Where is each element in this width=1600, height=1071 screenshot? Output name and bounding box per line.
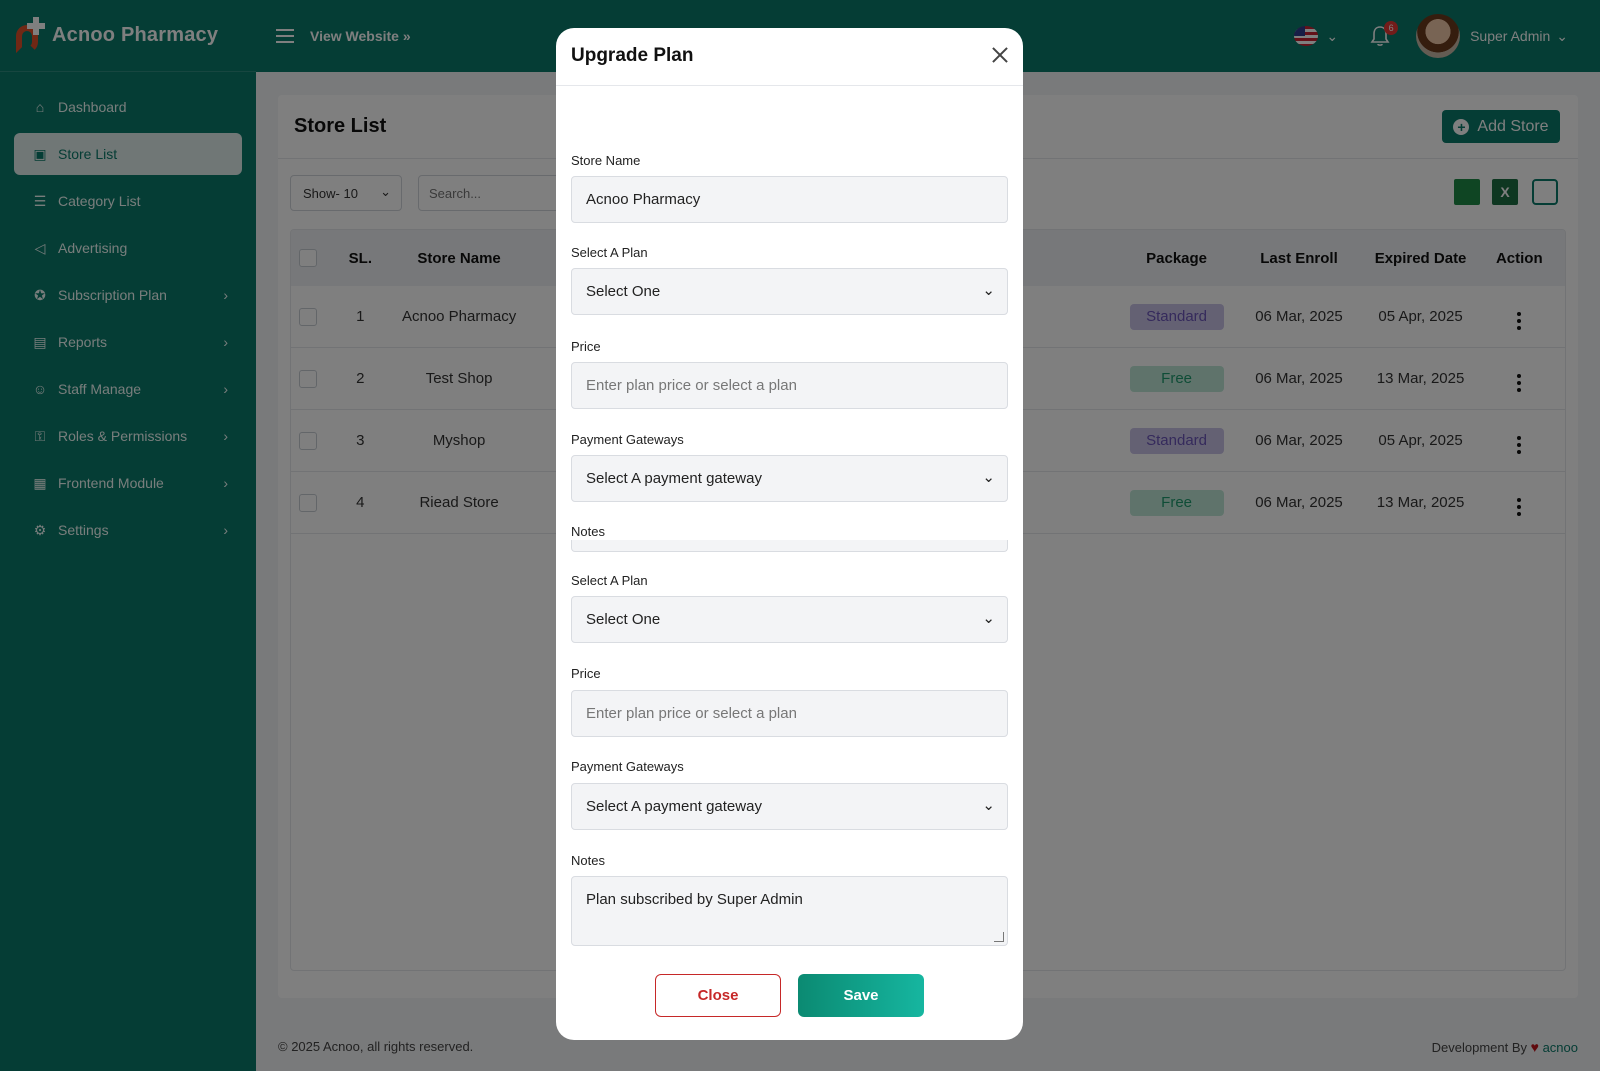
notes-textarea-partial[interactable] — [571, 540, 1008, 552]
store-name-input[interactable]: Acnoo Pharmacy — [571, 176, 1008, 223]
store-name-label: Store Name — [571, 153, 641, 168]
plan-select[interactable]: Select One ⌄ — [571, 268, 1008, 315]
upgrade-plan-modal: Upgrade Plan Store Name Acnoo Pharmacy S… — [556, 28, 1023, 1040]
chevron-down-icon: ⌄ — [982, 469, 995, 486]
chevron-down-icon: ⌄ — [982, 282, 995, 299]
payment-gateway-label: Payment Gateways — [571, 432, 684, 447]
close-button[interactable]: Close — [655, 974, 781, 1017]
price-label: Price — [571, 666, 601, 681]
price-input[interactable]: Enter plan price or select a plan — [571, 690, 1008, 737]
notes-label: Notes — [571, 524, 605, 539]
close-icon[interactable] — [991, 46, 1009, 64]
plan-label: Select A Plan — [571, 573, 648, 588]
plan-select[interactable]: Select One ⌄ — [571, 596, 1008, 643]
price-label: Price — [571, 339, 601, 354]
save-button[interactable]: Save — [798, 974, 924, 1017]
payment-gateway-select[interactable]: Select A payment gateway ⌄ — [571, 455, 1008, 502]
notes-label: Notes — [571, 853, 605, 868]
chevron-down-icon: ⌄ — [982, 797, 995, 814]
modal-title: Upgrade Plan — [571, 45, 694, 66]
plan-label: Select A Plan — [571, 245, 648, 260]
resize-handle-icon[interactable] — [994, 932, 1004, 942]
payment-gateway-label: Payment Gateways — [571, 759, 684, 774]
notes-textarea[interactable]: Plan subscribed by Super Admin — [571, 876, 1008, 946]
modal-form: Store Name Acnoo Pharmacy Select A Plan … — [571, 86, 1008, 946]
payment-gateway-select[interactable]: Select A payment gateway ⌄ — [571, 783, 1008, 830]
chevron-down-icon: ⌄ — [982, 610, 995, 627]
price-input[interactable]: Enter plan price or select a plan — [571, 362, 1008, 409]
